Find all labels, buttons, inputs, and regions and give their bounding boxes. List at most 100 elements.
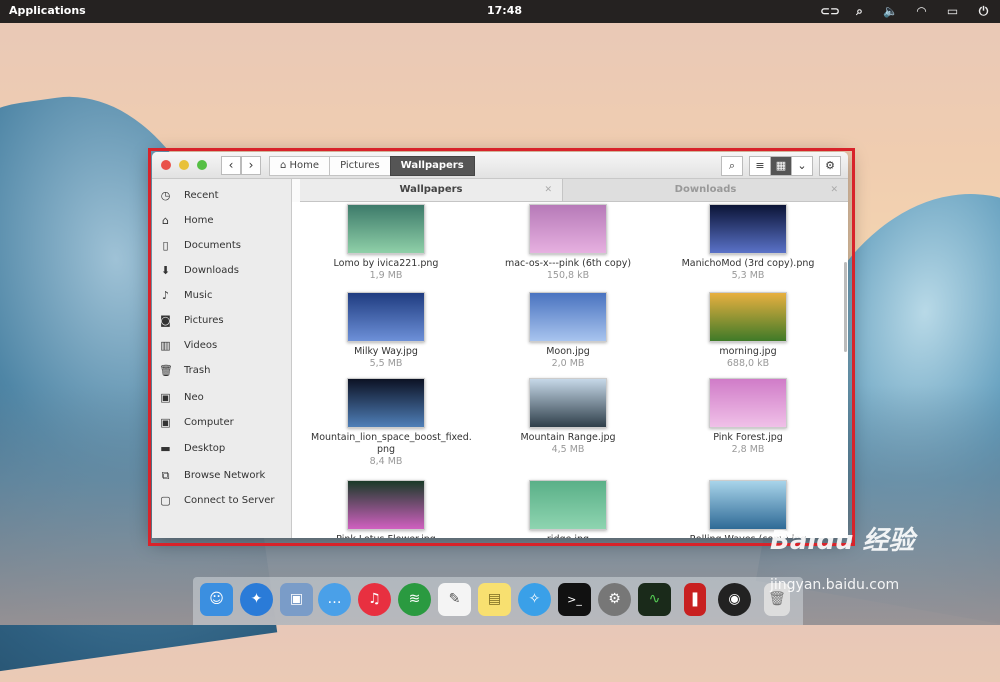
breadcrumb-wallpapers[interactable]: Wallpapers	[389, 156, 475, 176]
download-icon: ⬇	[160, 264, 171, 277]
search-button[interactable]: ⌕	[721, 156, 743, 176]
clock[interactable]: 17:48	[487, 4, 522, 17]
sidebar-item-connect-to-server[interactable]: ▢ Connect to Server	[152, 492, 291, 510]
power-icon[interactable]: ⏻	[975, 3, 992, 19]
file-item[interactable]: Pink Lotus Flower.jpg	[306, 480, 466, 538]
grid-view-button[interactable]: ▦	[770, 156, 792, 176]
file-thumbnail	[529, 378, 607, 428]
clock-icon: ◷	[160, 189, 171, 202]
system-settings-icon[interactable]: ⚙	[598, 583, 631, 616]
sidebar-item-music[interactable]: ♪ Music	[152, 287, 291, 305]
view-dropdown-button[interactable]: ⌄	[791, 156, 813, 176]
file-item[interactable]: ridge.jpg	[488, 480, 648, 538]
file-thumbnail	[529, 204, 607, 254]
file-item[interactable]: Mountain_lion_space_boost_fixed. png 8,4 M…	[306, 378, 472, 468]
file-size: 5,3 MB	[731, 270, 765, 281]
safari-icon[interactable]: ✦	[240, 583, 273, 616]
file-name: Pink Lotus Flower.jpg	[306, 534, 466, 538]
close-button[interactable]	[161, 160, 171, 170]
file-name: Mountain_lion_space_boost_fixed.	[311, 432, 472, 443]
toggle-icon[interactable]: ⊂⊃	[820, 3, 840, 19]
finder-icon[interactable]: ☺	[200, 583, 233, 616]
terminal-icon[interactable]: >_	[558, 583, 591, 616]
preview-icon[interactable]: ▣	[280, 583, 313, 616]
sidebar-item-browse-network[interactable]: ⧉ Browse Network	[152, 467, 291, 485]
sidebar-item-trash[interactable]: 🗑 Trash	[152, 362, 291, 380]
file-size: 8,4 MB	[369, 456, 403, 467]
sidebar-item-downloads[interactable]: ⬇ Downloads	[152, 262, 291, 280]
settings-button[interactable]: ⚙	[819, 156, 841, 176]
battery-icon[interactable]: ▭	[944, 3, 961, 19]
file-item[interactable]: Mountain Range.jpg 4,5 MB	[488, 378, 648, 456]
search-icon[interactable]: ⌕	[851, 3, 868, 19]
system-tray: ⊂⊃ ⌕ 🔈 ◠ ▭ ⏻	[820, 3, 992, 19]
sidebar-item-recent[interactable]: ◷ Recent	[152, 187, 291, 205]
sidebar-item-neo[interactable]: ▣ Neo	[152, 389, 291, 407]
sidebar-item-label: Browse Network	[184, 470, 266, 481]
file-item[interactable]: Milky Way.jpg 5,5 MB	[306, 292, 466, 370]
sidebar-item-videos[interactable]: ▥ Videos	[152, 337, 291, 355]
watermark: Baidu 经验 jingyan.baidu.com	[770, 520, 1000, 620]
sidebar-item-label: Home	[184, 215, 214, 226]
file-thumbnail	[347, 204, 425, 254]
maximize-button[interactable]	[197, 160, 207, 170]
activity-monitor-icon[interactable]: ∿	[638, 583, 671, 616]
sidebar-item-documents[interactable]: ▯ Documents	[152, 237, 291, 255]
minimize-button[interactable]	[179, 160, 189, 170]
gear-icon: ⚙	[825, 159, 835, 172]
file-item[interactable]: morning.jpg 688,0 kB	[668, 292, 828, 370]
file-item[interactable]: ManichoMod (3rd copy).png 5,3 MB	[668, 204, 828, 282]
wifi-icon[interactable]: ◠	[913, 3, 930, 19]
tab-downloads[interactable]: Downloads ✕	[563, 179, 848, 201]
folder-icon: ▬	[160, 442, 171, 455]
music-app-icon[interactable]: ♫	[358, 583, 391, 616]
chevron-right-icon: ›	[248, 158, 254, 172]
file-name: morning.jpg	[719, 346, 777, 357]
file-thumbnail	[529, 480, 607, 530]
file-item[interactable]: mac-os-x---pink (6th copy) 150,8 kB	[488, 204, 648, 282]
file-grid: Lomo by ivica221.png 1,9 MB mac-os-x---pin…	[292, 202, 848, 538]
list-view-button[interactable]: ≡	[749, 156, 771, 176]
file-thumbnail	[347, 378, 425, 428]
watermark-brand: Baidu 经验	[770, 526, 915, 556]
spotify-icon[interactable]: ≋	[398, 583, 431, 616]
messages-icon[interactable]: …	[318, 583, 351, 616]
notes-icon[interactable]: ▤	[478, 583, 511, 616]
applications-menu[interactable]: Applications	[9, 4, 86, 17]
film-icon: ▥	[160, 339, 171, 352]
file-item[interactable]: Pink Forest.jpg 2,8 MB	[668, 378, 828, 456]
file-name: Mountain Range.jpg	[520, 432, 616, 443]
media-player-icon[interactable]: ◉	[718, 583, 751, 616]
breadcrumb-pictures[interactable]: Pictures	[329, 156, 391, 176]
sidebar-item-pictures[interactable]: ◙ Pictures	[152, 312, 291, 330]
file-thumbnail	[709, 204, 787, 254]
sidebar-item-computer[interactable]: ▣ Computer	[152, 414, 291, 432]
file-name: Pink Forest.jpg	[713, 432, 783, 443]
tab-bar: Wallpapers ✕ Downloads ✕	[300, 179, 848, 202]
file-size: 5,5 MB	[369, 358, 403, 369]
sidebar-item-label: Music	[184, 290, 213, 301]
forward-button[interactable]: ›	[241, 156, 261, 175]
file-size: 150,8 kB	[546, 270, 590, 281]
breadcrumb-home[interactable]: ⌂ Home	[269, 156, 331, 176]
volume-icon[interactable]: 🔈	[882, 3, 899, 19]
close-icon[interactable]: ✕	[830, 179, 838, 201]
sidebar-item-label: Documents	[184, 240, 242, 251]
back-button[interactable]: ‹	[221, 156, 241, 175]
text-editor-icon[interactable]: ✎	[438, 583, 471, 616]
close-icon[interactable]: ✕	[544, 179, 552, 201]
scrollbar[interactable]	[844, 262, 847, 352]
file-manager-window: ‹ › ⌂ Home Pictures Wallpapers ⌕ ≡ ▦ ⌄ ⚙…	[152, 152, 848, 538]
file-item[interactable]: Moon.jpg 2,0 MB	[488, 292, 648, 370]
sidebar-item-home[interactable]: ⌂ Home	[152, 212, 291, 230]
file-size: 688,0 kB	[726, 358, 770, 369]
server-icon: ▢	[160, 494, 171, 507]
chevron-down-icon: ⌄	[797, 159, 807, 172]
tab-wallpapers[interactable]: Wallpapers ✕	[300, 179, 563, 201]
file-item[interactable]: Lomo by ivica221.png 1,9 MB	[306, 204, 466, 282]
sidebar-item-desktop[interactable]: ▬ Desktop	[152, 440, 291, 458]
chevron-left-icon: ‹	[228, 158, 234, 172]
file-thumbnail	[709, 378, 787, 428]
coca-cola-icon[interactable]: ❚	[684, 583, 706, 616]
twitter-icon[interactable]: ✧	[518, 583, 551, 616]
